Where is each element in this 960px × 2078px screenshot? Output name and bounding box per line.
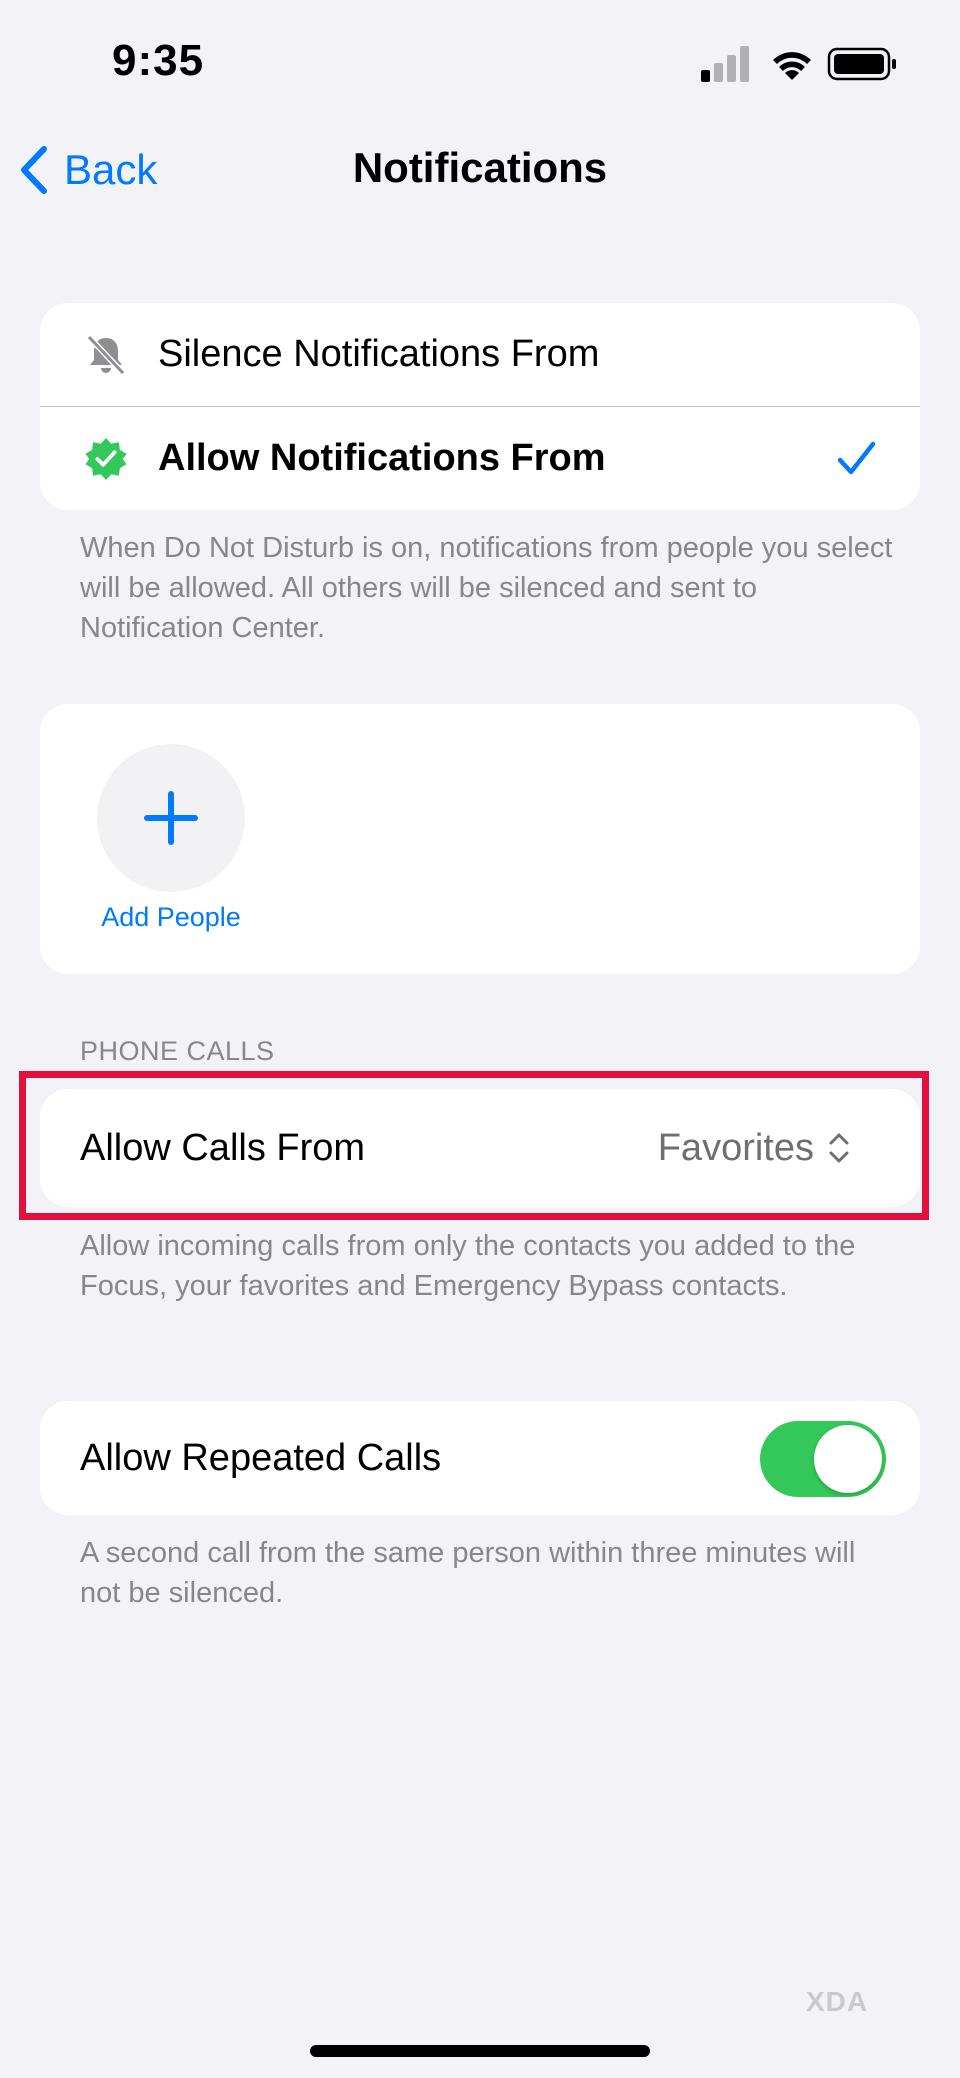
checkmark-icon [837,441,876,474]
notification-mode-card: Silence Notifications From Allow Notific… [40,303,920,510]
option-silence-notifications[interactable]: Silence Notifications From [40,303,920,406]
repeated-calls-card: Allow Repeated Calls [40,1401,920,1515]
repeated-calls-toggle[interactable] [760,1421,886,1497]
wifi-icon [773,52,811,80]
add-people-button[interactable] [97,744,245,892]
plus-icon [144,791,198,845]
highlight-box [19,1071,929,1220]
section-header-phone-calls: PHONE CALLS [80,1036,275,1066]
people-card: Add People [40,704,920,974]
option-label: Silence Notifications From [158,333,600,375]
allow-calls-footnote: Allow incoming calls from only the conta… [80,1230,856,1302]
notifications-footnote: When Do Not Disturb is on, notifications… [80,532,893,644]
repeated-calls-footnote: A second call from the same person withi… [80,1537,856,1609]
home-indicator [310,2045,650,2057]
status-icons [700,44,900,84]
add-people-label[interactable]: Add People [68,902,274,933]
status-time: 9:35 [112,36,205,85]
battery-icon [827,47,896,81]
checkmark-badge-icon [84,437,128,481]
repeated-calls-row: Allow Repeated Calls [40,1401,920,1515]
bell-slash-icon [84,333,128,377]
option-label: Allow Notifications From [158,437,606,479]
cellular-signal-icon [701,46,749,82]
option-allow-notifications[interactable]: Allow Notifications From [40,406,920,510]
page-title: Notifications [352,144,608,191]
toggle-knob [814,1425,882,1493]
watermark-logo: XDA [806,1986,869,2017]
repeated-calls-label: Allow Repeated Calls [80,1436,442,1479]
